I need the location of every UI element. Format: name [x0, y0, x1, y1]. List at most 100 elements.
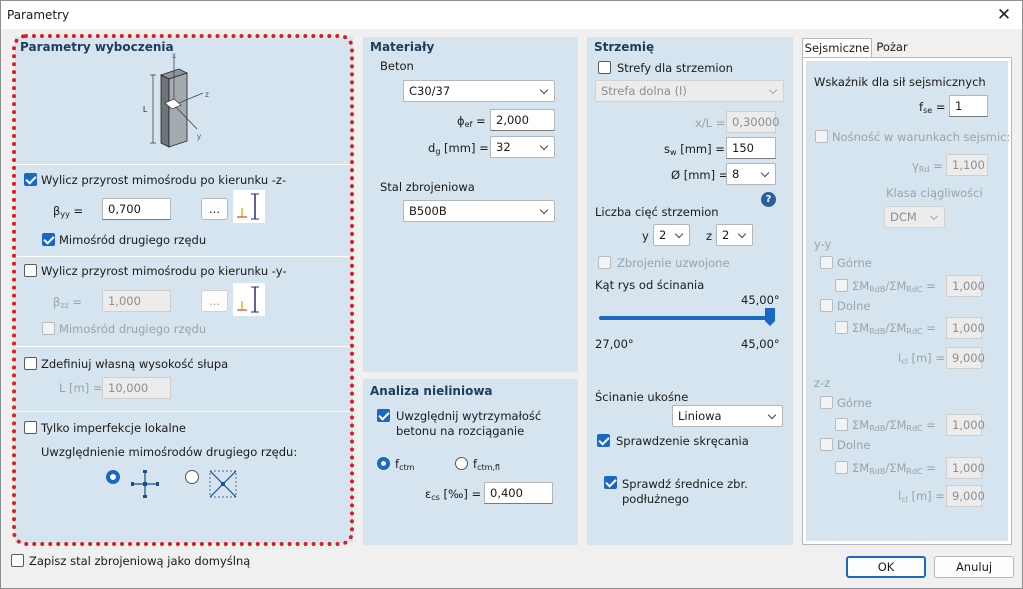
- zz-bottom-checkbox[interactable]: [820, 438, 833, 451]
- x-mode-radio[interactable]: [185, 470, 199, 484]
- z-eccentricity-label: Wylicz przyrost mimośrodu po kierunku -z…: [41, 173, 287, 187]
- z-second-order-checkbox[interactable]: [42, 233, 55, 246]
- ductility-label: Klasa ciągliwości: [886, 186, 983, 200]
- fctm-label: fctm: [395, 457, 415, 472]
- cuts-y-select[interactable]: 2: [653, 224, 690, 246]
- grd-label: γRd =: [912, 159, 943, 174]
- eps-cs-label: εcs [‰] =: [425, 487, 482, 502]
- reinforced-checkbox[interactable]: [598, 256, 611, 269]
- seismic-panel: Wskaźnik dla sił sejsmicznych fse = 1 No…: [802, 57, 1012, 545]
- cuts-y-label: y: [642, 229, 649, 243]
- phi-ef-label: ϕef =: [457, 114, 486, 129]
- yy-top-ratio-checkbox[interactable]: [835, 279, 848, 292]
- length-label: L [m] =: [59, 381, 103, 395]
- stirrup-title: Strzemię: [594, 40, 655, 54]
- yy-top-checkbox[interactable]: [820, 256, 833, 269]
- diameter-check-label-1: Sprawdź średnice zbr.: [622, 477, 748, 491]
- tab-fire[interactable]: Pożar: [874, 38, 910, 58]
- zz-bottom-ratio-input[interactable]: 1,000: [946, 457, 985, 479]
- oblique-select[interactable]: Liniowa: [672, 405, 783, 427]
- zz-bottom-ratio-checkbox[interactable]: [835, 461, 848, 474]
- yy-heading: y-y: [814, 237, 832, 251]
- sw-input[interactable]: 150: [726, 137, 776, 159]
- yy-top-ratio-input[interactable]: 1,000: [946, 275, 985, 297]
- beta-zz-more-button[interactable]: ...: [201, 290, 228, 312]
- xl-label: x/L =: [695, 116, 726, 130]
- phi-ef-input[interactable]: 2,000: [490, 109, 555, 131]
- angle-slider-thumb[interactable]: [764, 307, 776, 327]
- zz-lcl-label: lcl [m] =: [898, 489, 945, 504]
- diagram-y-label: y: [197, 132, 201, 141]
- ok-button[interactable]: OK: [846, 556, 926, 578]
- z-second-order-label: Mimośród drugiego rzędu: [59, 233, 207, 247]
- yy-lcl-input[interactable]: 9,000: [946, 347, 985, 369]
- yy-top-label: Górne: [837, 256, 872, 270]
- diagram-x-label: x: [172, 53, 176, 60]
- zones-checkbox[interactable]: [598, 61, 611, 74]
- diagram-l-label: L: [143, 105, 148, 114]
- fctm-radio[interactable]: [377, 457, 390, 470]
- torsion-label: Sprawdzenie skręcania: [616, 434, 749, 448]
- ductility-select[interactable]: DCM: [884, 206, 945, 228]
- diameter-select[interactable]: 8: [726, 163, 776, 185]
- length-input[interactable]: 10,000: [102, 377, 171, 399]
- local-imperfections-checkbox[interactable]: [24, 421, 37, 434]
- beta-yy-more-button[interactable]: ...: [201, 198, 228, 220]
- help-icon[interactable]: ?: [761, 192, 776, 207]
- materials-title: Materiały: [370, 40, 435, 54]
- diameter-label: Ø [mm] =: [671, 168, 729, 182]
- separator: [15, 346, 353, 347]
- angle-slider-track[interactable]: [599, 316, 770, 320]
- cuts-z-select[interactable]: 2: [716, 224, 753, 246]
- zz-top-ratio-label: ΣMRdB/ΣMRdC =: [852, 418, 936, 433]
- zz-lcl-input[interactable]: 9,000: [946, 485, 985, 507]
- yy-bottom-label: Dolne: [837, 299, 871, 313]
- zz-top-checkbox[interactable]: [820, 396, 833, 409]
- tab-seismic[interactable]: Sejsmiczne: [802, 38, 872, 58]
- steel-select[interactable]: B500B: [403, 200, 555, 222]
- yy-bottom-ratio-label: ΣMRdB/ΣMRdC =: [852, 321, 936, 336]
- concrete-label: Beton: [380, 59, 414, 73]
- fctm-fl-radio[interactable]: [455, 457, 468, 470]
- y-eccentricity-checkbox[interactable]: [24, 264, 37, 277]
- yy-bottom-ratio-checkbox[interactable]: [835, 321, 848, 334]
- cross-mode-radio[interactable]: [106, 470, 120, 484]
- zone-select[interactable]: Strefa dolna (l): [595, 80, 784, 102]
- angle-slider-fill: [599, 316, 770, 320]
- xl-input[interactable]: 0,30000: [726, 111, 780, 133]
- z-axis-icon: [233, 190, 265, 223]
- z-eccentricity-checkbox[interactable]: [24, 173, 37, 186]
- custom-height-checkbox[interactable]: [24, 357, 37, 370]
- materials-panel: Materiały Beton C30/37 ϕef = 2,000 dg [m…: [363, 37, 578, 372]
- concrete-select[interactable]: C30/37: [403, 80, 555, 102]
- x-mode-icon: [209, 470, 237, 498]
- window-title: Parametry: [7, 8, 70, 22]
- zz-top-ratio-checkbox[interactable]: [835, 418, 848, 431]
- beta-zz-input[interactable]: 1,000: [102, 290, 171, 312]
- diameter-check-checkbox[interactable]: [604, 476, 617, 489]
- zz-top-ratio-input[interactable]: 1,000: [946, 414, 985, 436]
- save-default-checkbox[interactable]: [11, 554, 24, 567]
- tension-checkbox[interactable]: [377, 409, 390, 422]
- nonlinear-panel: Analiza nieliniowa Uwzględnij wytrzymało…: [363, 379, 578, 545]
- torsion-checkbox[interactable]: [597, 434, 610, 447]
- separator: [15, 411, 353, 412]
- yy-bottom-checkbox[interactable]: [820, 299, 833, 312]
- grd-input[interactable]: 1,100: [946, 154, 988, 176]
- y-second-order-checkbox[interactable]: [42, 322, 55, 335]
- dg-select[interactable]: 32: [490, 136, 555, 158]
- dg-label: dg [mm] =: [428, 141, 489, 156]
- y-axis-icon: [233, 283, 265, 316]
- angle-value: 45,00°: [741, 293, 780, 307]
- second-order-note: Uwzględnienie mimośrodów drugiego rzędu:: [41, 445, 298, 459]
- capacity-checkbox[interactable]: [815, 130, 828, 143]
- angle-min-label: 27,00°: [595, 337, 634, 351]
- eps-cs-input[interactable]: 0,400: [484, 482, 553, 504]
- separator: [15, 256, 353, 257]
- stirrup-panel: Strzemię Strefy dla strzemion Strefa dol…: [587, 37, 793, 545]
- fse-input[interactable]: 1: [949, 95, 988, 117]
- cancel-button[interactable]: Anuluj: [934, 556, 1014, 578]
- close-icon[interactable]: ✕: [994, 5, 1014, 25]
- yy-bottom-ratio-input[interactable]: 1,000: [946, 317, 985, 339]
- beta-yy-input[interactable]: 0,700: [102, 198, 171, 220]
